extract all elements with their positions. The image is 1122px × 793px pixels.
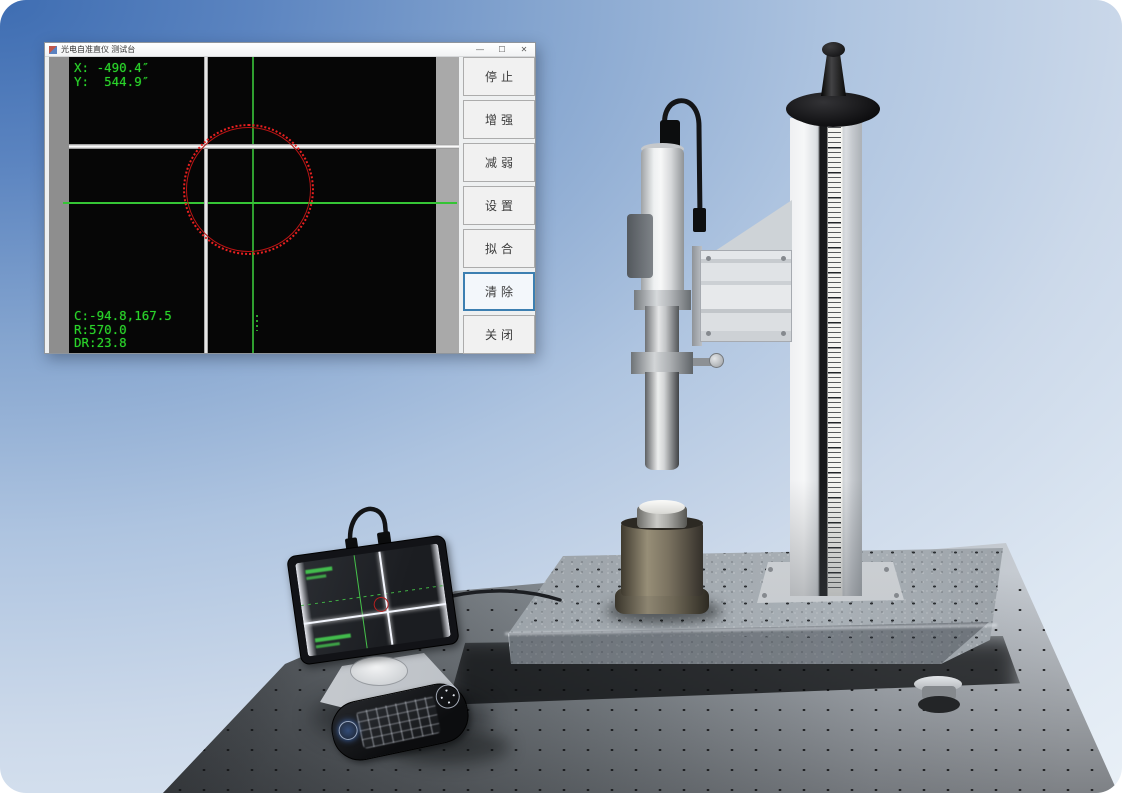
handwheel bbox=[786, 92, 880, 126]
readout-y: Y: 544.9″ bbox=[74, 74, 149, 89]
readout-dr: DR:23.8 bbox=[74, 335, 127, 350]
viewport-left-strip bbox=[49, 57, 69, 353]
carriage-bracket bbox=[700, 250, 792, 342]
button-panel: 停止 增强 减弱 设置 拟合 清除 关闭 bbox=[463, 57, 535, 354]
bracket-screw bbox=[781, 256, 786, 261]
tablet-readout-glow bbox=[315, 643, 339, 649]
tablet-readout-glow bbox=[306, 574, 326, 580]
stop-button[interactable]: 停止 bbox=[463, 57, 535, 96]
tablet-green-vertical-line bbox=[354, 555, 368, 648]
green-tick-marks bbox=[256, 315, 258, 331]
enhance-button[interactable]: 增强 bbox=[463, 100, 535, 139]
screenshot-root: 光电自准直仪 测试台 — ☐ ✕ X: -490.4″ Y: 544.9″ C:… bbox=[0, 0, 1122, 793]
target-body bbox=[621, 522, 703, 596]
base-screw bbox=[894, 593, 899, 598]
tablet-readout-glow bbox=[305, 567, 332, 575]
keyboard-left-pad bbox=[337, 719, 360, 742]
window-title: 光电自准直仪 测试台 bbox=[61, 43, 135, 57]
close-app-button[interactable]: 关闭 bbox=[463, 315, 535, 354]
measurement-app-window: 光电自准直仪 测试台 — ☐ ✕ X: -490.4″ Y: 544.9″ C:… bbox=[44, 42, 536, 354]
bracket-screw bbox=[706, 331, 711, 336]
settings-button[interactable]: 设置 bbox=[463, 186, 535, 225]
close-button[interactable]: ✕ bbox=[513, 43, 535, 56]
lower-clamp-ring bbox=[631, 352, 693, 374]
window-titlebar[interactable]: 光电自准直仪 测试台 — ☐ ✕ bbox=[45, 43, 535, 57]
tablet-stand-hinge bbox=[350, 656, 408, 686]
autocollimator-mid-tube bbox=[645, 306, 679, 358]
base-screw bbox=[884, 567, 889, 572]
window-controls: — ☐ ✕ bbox=[469, 43, 535, 56]
clamp-thumbscrew-knob bbox=[709, 353, 724, 368]
tablet-readout-glow bbox=[314, 633, 350, 642]
red-trace-points bbox=[183, 124, 314, 255]
viewport-right-strip bbox=[436, 57, 459, 353]
measurement-viewport[interactable]: X: -490.4″ Y: 544.9″ C:-94.8,167.5 R:570… bbox=[49, 57, 459, 353]
bracket-screw bbox=[706, 256, 711, 261]
leveling-foot-pad bbox=[918, 696, 960, 713]
autocollimator-side-panel bbox=[627, 214, 653, 278]
weaken-button[interactable]: 减弱 bbox=[463, 143, 535, 182]
autocollimator-lower-tube bbox=[645, 372, 679, 470]
keyboard-backlit-keys bbox=[356, 696, 441, 750]
fit-readout: C:-94.8,167.5 R:570.0 DR:23.8 bbox=[74, 309, 172, 350]
target-mirror-disc bbox=[639, 500, 685, 514]
maximize-button[interactable]: ☐ bbox=[491, 43, 513, 56]
minimize-button[interactable]: — bbox=[469, 43, 491, 56]
clear-button[interactable]: 清除 bbox=[463, 272, 535, 311]
handwheel-knob bbox=[822, 42, 845, 57]
fit-button[interactable]: 拟合 bbox=[463, 229, 535, 268]
xy-readout: X: -490.4″ Y: 544.9″ bbox=[74, 61, 149, 88]
tablet-display bbox=[286, 534, 460, 665]
column-lower-shade bbox=[790, 480, 862, 596]
tablet-green-dashed-line bbox=[301, 585, 444, 606]
screen-backlight-bleed bbox=[430, 543, 451, 637]
bracket-screw bbox=[781, 331, 786, 336]
tablet-screen bbox=[295, 543, 451, 656]
base-screw bbox=[762, 593, 767, 598]
cable-connector-bottom bbox=[693, 208, 706, 232]
app-icon bbox=[49, 46, 57, 54]
base-screw bbox=[768, 567, 773, 572]
